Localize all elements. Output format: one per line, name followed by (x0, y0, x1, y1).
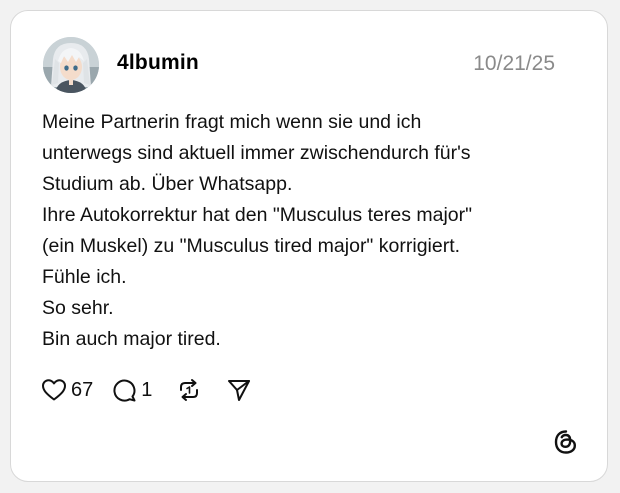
avatar-image (43, 37, 99, 93)
post-card[interactable]: 4lbumin 10/21/25 Meine Partnerin fragt m… (10, 10, 608, 482)
like-button[interactable]: 67 (41, 378, 93, 402)
heart-icon (42, 379, 66, 401)
reply-count: 1 (141, 378, 153, 401)
post-line: unterwegs sind aktuell immer zwischendur… (42, 142, 471, 164)
post-actions: 67 1 (41, 375, 270, 405)
post-line: Ihre Autokorrektur hat den "Musculus ter… (42, 204, 473, 226)
send-icon (228, 380, 251, 401)
post-line: Bin auch major tired. (42, 328, 221, 350)
repost-icon (180, 379, 199, 401)
threads-logo-icon (554, 430, 577, 454)
like-count: 67 (71, 378, 94, 401)
share-button[interactable] (226, 377, 252, 403)
post-line: Meine Partnerin fragt mich wenn sie und … (42, 111, 422, 133)
username[interactable]: 4lbumin (117, 51, 199, 75)
reply-button[interactable]: 1 (111, 377, 152, 403)
post-line: So sehr. (42, 297, 114, 319)
comment-icon (113, 379, 136, 402)
post-line: Studium ab. Über Whatsapp. (42, 173, 293, 195)
post-text: Meine Partnerin fragt mich wenn sie und … (42, 107, 582, 355)
post-line: (ein Muskel) zu "Musculus tired major" k… (42, 235, 461, 257)
avatar[interactable] (43, 37, 99, 93)
post-line: Fühle ich. (42, 266, 127, 288)
post-timestamp: 10/21/25 (473, 52, 555, 75)
repost-button[interactable] (176, 377, 202, 403)
